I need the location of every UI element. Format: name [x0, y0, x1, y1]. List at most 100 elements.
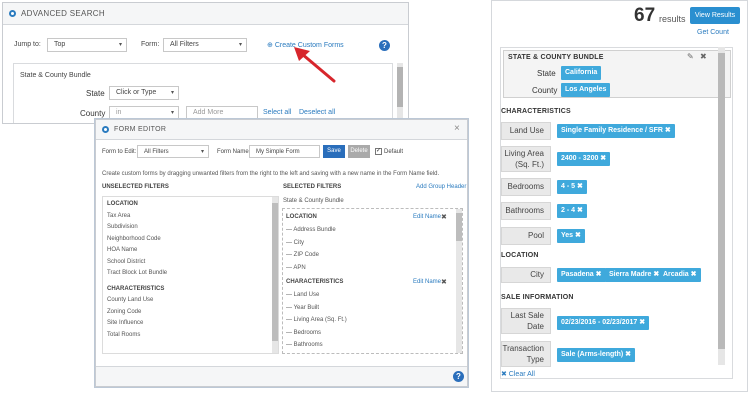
characteristic-label: Pool [501, 227, 551, 245]
selected-filters-list[interactable]: LOCATION Edit Name ✖ — Address Bundle — City… [282, 208, 463, 354]
selected-filter-item[interactable]: — Bedrooms [286, 330, 321, 336]
clear-all-link[interactable]: ✖ Clear All [501, 370, 535, 378]
unselected-group-header: CHARACTERISTICS [107, 285, 165, 292]
selected-filter-label: Bathrooms [293, 342, 323, 348]
delete-button[interactable]: Delete [348, 145, 370, 158]
form-label: Form: [141, 41, 160, 48]
characteristic-tag[interactable]: 4 - 5 ✖ [557, 180, 587, 194]
unselected-filter-item[interactable]: Zoning Code [107, 309, 141, 315]
search-results-panel: 67 results View Results Get Count STATE … [491, 0, 748, 392]
characteristic-tag[interactable]: 2400 - 3200 ✖ [557, 152, 611, 166]
county-tag[interactable]: Los Angeles [561, 83, 611, 97]
default-label: Default [384, 149, 404, 155]
city-tag[interactable]: Sierra Madre ✖ [605, 268, 664, 282]
selected-filter-label: City [293, 239, 305, 246]
advanced-search-window: ADVANCED SEARCH Jump to: Top ▾ Form: All … [2, 2, 409, 124]
unselected-filter-item[interactable]: Site Influence [107, 320, 143, 326]
edit-icon[interactable]: ✎ [687, 52, 694, 61]
bundle-title: STATE & COUNTY BUNDLE [508, 54, 604, 61]
characteristic-label: Living Area (Sq. Ft.) [501, 146, 551, 172]
unselected-filter-item[interactable]: Subdivision [107, 224, 138, 230]
drag-handle-icon: — [286, 304, 294, 311]
view-results-button[interactable]: View Results [690, 7, 740, 24]
unselected-scrollbar[interactable] [272, 197, 278, 353]
save-button[interactable]: Save [323, 145, 345, 158]
deselect-all-link[interactable]: Deselect all [299, 109, 335, 116]
select-all-link[interactable]: Select all [263, 109, 291, 116]
edit-name-link[interactable]: Edit Name [413, 214, 441, 220]
selected-filter-label: APN [293, 264, 306, 271]
selected-filter-item[interactable]: — Bathrooms [286, 342, 323, 348]
chevron-down-icon: ▾ [238, 42, 242, 48]
unselected-filter-item[interactable]: HOA Name [107, 247, 137, 253]
unselected-filter-item[interactable]: County Land Use [107, 297, 153, 303]
close-icon[interactable]: ✖ [700, 52, 707, 61]
selected-filter-item[interactable]: — City [286, 240, 304, 246]
last-sale-date-tag[interactable]: 02/23/2016 - 02/23/2017 ✖ [557, 316, 650, 330]
jump-to-label: Jump to: [14, 41, 41, 48]
state-label: State [537, 69, 556, 78]
selected-filter-item[interactable]: — Year Built [286, 305, 319, 311]
red-arrow-annotation [294, 47, 336, 83]
sale-information-title: SALE INFORMATION [501, 294, 574, 301]
unselected-filter-item[interactable]: Tract Block Lot Bundle [107, 270, 167, 276]
city-tag[interactable]: Pasadena ✖ [557, 268, 606, 282]
characteristic-label: Bathrooms [501, 202, 551, 220]
help-icon[interactable]: ? [453, 371, 464, 382]
result-count: 67 [634, 5, 656, 26]
state-select[interactable]: Click or Type ▾ [109, 86, 179, 100]
remove-group-icon[interactable]: ✖ [441, 213, 447, 221]
get-count-link[interactable]: Get Count [697, 29, 729, 36]
county-select[interactable]: in ▾ [109, 106, 179, 120]
close-icon[interactable]: × [454, 123, 460, 134]
characteristic-tag[interactable]: Single Family Residence / SFR ✖ [557, 124, 675, 138]
results-scrollbar[interactable] [718, 47, 725, 365]
form-name-input[interactable]: My Simple Form [249, 145, 320, 158]
form-editor-title: FORM EDITOR [114, 126, 167, 133]
unselected-filter-item[interactable]: Total Rooms [107, 332, 140, 338]
selected-filter-item[interactable]: — ZIP Code [286, 252, 319, 258]
drag-handle-icon: — [286, 342, 294, 348]
form-name-label: Form Name: [217, 149, 251, 155]
unselected-filter-item[interactable]: Neighborhood Code [107, 236, 161, 242]
unselected-filters-list[interactable]: LOCATION Tax Area Subdivision Neighborhood … [102, 196, 279, 354]
add-group-header-link[interactable]: Add Group Header [416, 184, 466, 190]
filters-summary: STATE & COUNTY BUNDLE ✎ ✖ State Californ… [500, 47, 733, 379]
form-editor-footer: ? [96, 366, 467, 386]
form-select[interactable]: All Filters ▾ [163, 38, 247, 52]
plus-icon: ⊕ [267, 42, 275, 49]
chevron-down-icon: ▾ [170, 110, 174, 116]
state-tag[interactable]: California [561, 66, 602, 80]
panel-icon [9, 10, 16, 17]
form-to-edit-select[interactable]: All Filters ▾ [137, 145, 209, 158]
selected-filter-item[interactable]: — Living Area (Sq. Ft.) [286, 317, 347, 323]
drag-handle-icon: — [286, 329, 294, 336]
drag-handle-icon: — [286, 239, 294, 246]
selected-filter-item[interactable]: — Address Bundle [286, 227, 336, 233]
adv-scrollbar[interactable] [397, 63, 403, 123]
selected-scrollbar[interactable] [456, 209, 462, 353]
unselected-filter-item[interactable]: School District [107, 259, 145, 265]
county-label: County [532, 86, 558, 95]
transaction-type-tag[interactable]: Sale (Arms-length) ✖ [557, 348, 636, 362]
unselected-filters-title: UNSELECTED FILTERS [102, 184, 169, 190]
selected-state-county-bundle[interactable]: State & County Bundle [283, 198, 344, 204]
unselected-filter-item[interactable]: Tax Area [107, 213, 130, 219]
remove-group-icon[interactable]: ✖ [441, 278, 447, 286]
selected-filter-label: Year Built [293, 304, 320, 311]
help-icon[interactable]: ? [379, 40, 390, 51]
transaction-type-label: Transaction Type [501, 341, 551, 367]
city-tag[interactable]: Arcadia ✖ [659, 268, 701, 282]
edit-name-link[interactable]: Edit Name [413, 279, 441, 285]
default-checkbox[interactable]: ✓ [375, 148, 382, 155]
drag-handle-icon: — [286, 292, 294, 298]
last-sale-date-label: Last Sale Date [501, 308, 551, 334]
selected-filter-item[interactable]: — APN [286, 265, 306, 271]
city-label: City [501, 267, 551, 283]
add-more-input[interactable]: Add More [186, 106, 258, 120]
selected-filter-item[interactable]: — Land Use [286, 292, 319, 298]
characteristic-tag[interactable]: Yes ✖ [557, 229, 585, 243]
characteristic-tag[interactable]: 2 - 4 ✖ [557, 204, 587, 218]
bundle-box: STATE & COUNTY BUNDLE ✎ ✖ State Californ… [503, 50, 731, 98]
jump-to-select[interactable]: Top ▾ [47, 38, 127, 52]
